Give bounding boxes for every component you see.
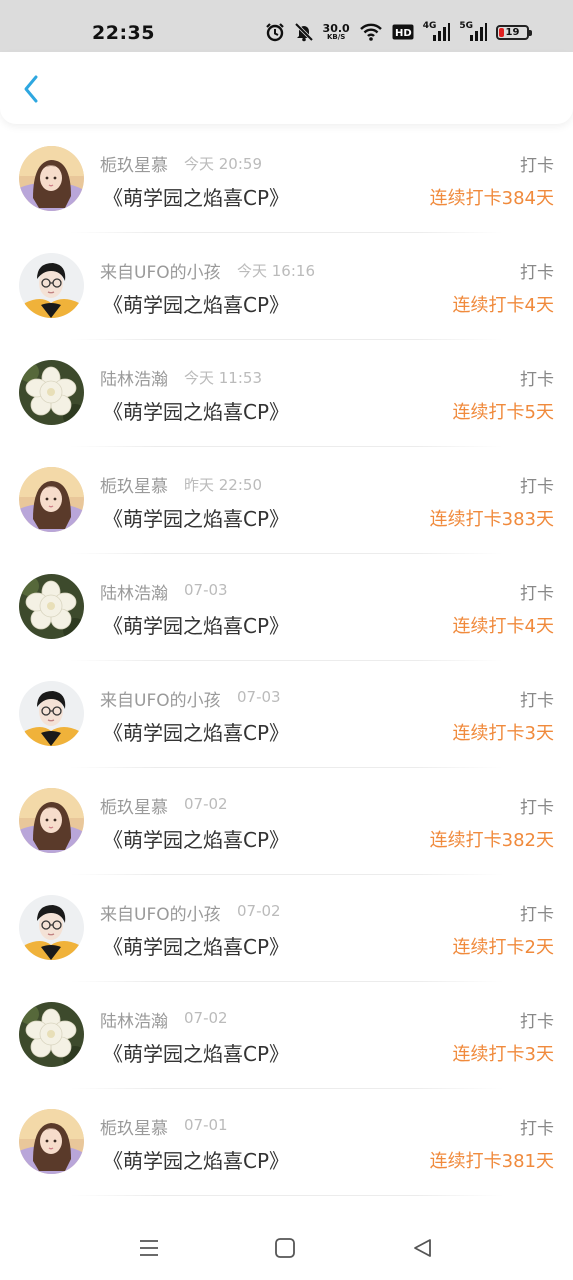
checkin-time: 今天 16:16 (237, 262, 315, 280)
checkin-time: 07-02 (184, 1009, 228, 1027)
streak-count: 连续打卡4天 (452, 616, 554, 637)
list-item[interactable]: 来自UFO的小孩 07-03 《萌学园之焰喜CP》 打卡连续打卡3天 (0, 661, 573, 768)
checkin-label: 打卡 (520, 156, 554, 176)
user-name[interactable]: 栀玖星慕 (100, 472, 168, 497)
avatar[interactable] (19, 360, 84, 425)
streak-count: 连续打卡381天 (429, 1151, 554, 1172)
checkin-label: 打卡 (520, 691, 554, 711)
navigation-bar (0, 1216, 573, 1280)
wifi-icon (359, 22, 383, 42)
checkin-time: 今天 20:59 (184, 155, 262, 173)
net-speed-unit: KB/S (326, 33, 346, 41)
checkin-time: 07-03 (237, 688, 281, 706)
checkin-label: 打卡 (520, 584, 554, 604)
list-item[interactable]: 栀玖星慕 今天 20:59 《萌学园之焰喜CP》 打卡连续打卡384天 (0, 126, 573, 233)
checkin-label: 打卡 (520, 798, 554, 818)
user-name[interactable]: 来自UFO的小孩 (100, 900, 221, 925)
menu-icon (140, 1240, 158, 1256)
checkin-time: 07-03 (184, 581, 228, 599)
avatar[interactable] (19, 1002, 84, 1067)
streak-count: 连续打卡384天 (429, 188, 554, 209)
list-item[interactable]: 来自UFO的小孩 今天 16:16 《萌学园之焰喜CP》 打卡连续打卡4天 (0, 233, 573, 340)
streak-count: 连续打卡5天 (452, 402, 554, 423)
checkin-time: 今天 11:53 (184, 369, 262, 387)
list-item[interactable]: 栀玖星慕 昨天 22:50 《萌学园之焰喜CP》 打卡连续打卡383天 (0, 447, 573, 554)
streak-count: 连续打卡4天 (452, 295, 554, 316)
alarm-icon (265, 22, 285, 42)
list-item[interactable]: 栀玖星慕 07-02 《萌学园之焰喜CP》 打卡连续打卡382天 (0, 768, 573, 875)
back-nav-button[interactable] (404, 1230, 440, 1266)
list-item[interactable]: 陆林浩瀚 07-03 《萌学园之焰喜CP》 打卡连续打卡4天 (0, 554, 573, 661)
work-title[interactable]: 《萌学园之焰喜CP》 (103, 396, 289, 425)
work-title[interactable]: 《萌学园之焰喜CP》 (103, 610, 289, 639)
battery-icon: 19 (496, 24, 532, 40)
list-item[interactable]: 陆林浩瀚 今天 11:53 《萌学园之焰喜CP》 打卡连续打卡5天 (0, 340, 573, 447)
net-speed: 30.0 KB/S (323, 23, 350, 41)
back-button[interactable] (16, 74, 46, 104)
status-icons: 30.0 KB/S HD 4G 5G 19 (265, 20, 532, 44)
user-name[interactable]: 陆林浩瀚 (100, 579, 168, 604)
status-bar: 22:35 30.0 KB/S HD 4G 5G 19 (0, 0, 573, 52)
avatar[interactable] (19, 146, 84, 211)
work-title[interactable]: 《萌学园之焰喜CP》 (103, 503, 289, 532)
avatar[interactable] (19, 788, 84, 853)
list-item[interactable]: 陆林浩瀚 07-02 《萌学园之焰喜CP》 打卡连续打卡3天 (0, 982, 573, 1089)
signal-5g-icon: 5G (459, 21, 487, 41)
work-title[interactable]: 《萌学园之焰喜CP》 (103, 1038, 289, 1067)
back-arrow-icon (24, 75, 38, 103)
work-title[interactable]: 《萌学园之焰喜CP》 (103, 1145, 289, 1174)
checkin-label: 打卡 (520, 263, 554, 283)
checkin-label: 打卡 (520, 1119, 554, 1139)
back-triangle-icon (414, 1239, 431, 1257)
streak-count: 连续打卡2天 (452, 937, 554, 958)
signal-4g-icon: 4G (423, 21, 451, 41)
work-title[interactable]: 《萌学园之焰喜CP》 (103, 717, 289, 746)
checkin-label: 打卡 (520, 477, 554, 497)
list-item[interactable]: 栀玖星慕 07-01 《萌学园之焰喜CP》 打卡连续打卡381天 (0, 1089, 573, 1196)
checkin-time: 07-02 (184, 795, 228, 813)
checkin-time: 昨天 22:50 (184, 476, 262, 494)
checkin-label: 打卡 (520, 1012, 554, 1032)
streak-count: 连续打卡3天 (452, 1044, 554, 1065)
hd-icon: HD (392, 24, 414, 40)
work-title[interactable]: 《萌学园之焰喜CP》 (103, 824, 289, 853)
home-nav-button[interactable] (267, 1230, 303, 1266)
work-title[interactable]: 《萌学园之焰喜CP》 (103, 931, 289, 960)
streak-count: 连续打卡382天 (429, 830, 554, 851)
battery-level: 19 (505, 26, 520, 38)
avatar[interactable] (19, 1109, 84, 1174)
user-name[interactable]: 栀玖星慕 (100, 151, 168, 176)
checkin-list: 栀玖星慕 今天 20:59 《萌学园之焰喜CP》 打卡 连续打卡384天 来自UFO的小孩… (0, 126, 573, 1196)
avatar[interactable] (19, 895, 84, 960)
work-title[interactable]: 《萌学园之焰喜CP》 (103, 289, 289, 318)
user-name[interactable]: 栀玖星慕 (100, 1114, 168, 1139)
user-name[interactable]: 栀玖星慕 (100, 793, 168, 818)
divider (70, 1195, 503, 1196)
user-name[interactable]: 来自UFO的小孩 (100, 258, 221, 283)
checkin-label: 打卡 (520, 905, 554, 925)
mute-icon (294, 22, 314, 42)
checkin-label: 打卡 (520, 370, 554, 390)
menu-nav-button[interactable] (131, 1230, 167, 1266)
home-square-icon (275, 1238, 295, 1258)
avatar[interactable] (19, 681, 84, 746)
user-name[interactable]: 来自UFO的小孩 (100, 686, 221, 711)
avatar[interactable] (19, 253, 84, 318)
work-title[interactable]: 《萌学园之焰喜CP》 (103, 182, 289, 211)
list-item[interactable]: 来自UFO的小孩 07-02 《萌学园之焰喜CP》 打卡连续打卡2天 (0, 875, 573, 982)
avatar[interactable] (19, 467, 84, 532)
streak-count: 连续打卡3天 (452, 723, 554, 744)
header (0, 52, 573, 124)
streak-count: 连续打卡383天 (429, 509, 554, 530)
checkin-time: 07-01 (184, 1116, 228, 1134)
svg-text:HD: HD (395, 28, 412, 39)
avatar[interactable] (19, 574, 84, 639)
user-name[interactable]: 陆林浩瀚 (100, 365, 168, 390)
user-name[interactable]: 陆林浩瀚 (100, 1007, 168, 1032)
status-time: 22:35 (92, 22, 155, 44)
checkin-time: 07-02 (237, 902, 281, 920)
